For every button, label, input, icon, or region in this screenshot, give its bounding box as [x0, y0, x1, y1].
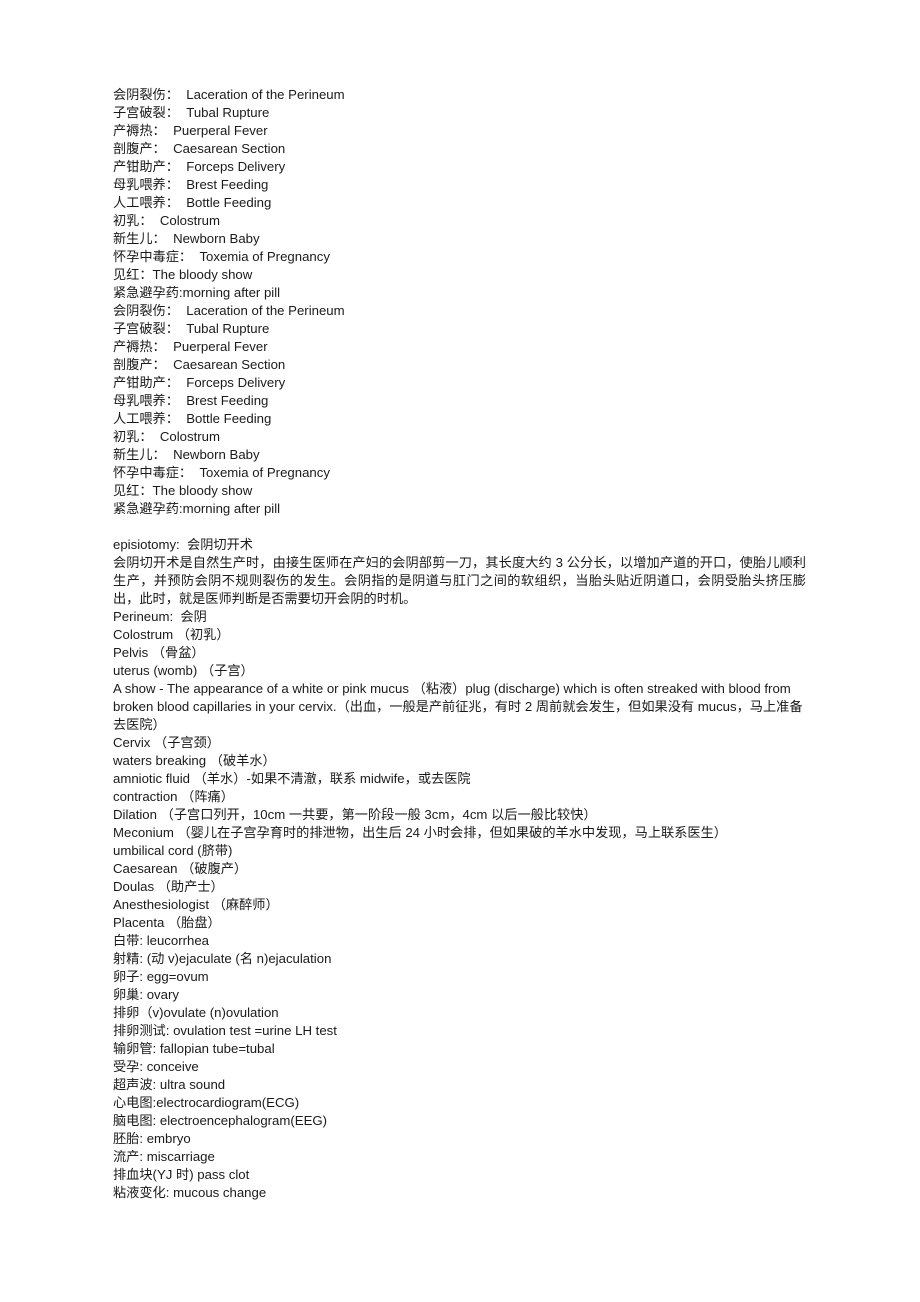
glossary-line: 母乳喂养： Brest Feeding — [113, 393, 269, 408]
term-entry: 脑电图: electroencephalogram(EEG) — [113, 1113, 328, 1128]
glossary-line: 怀孕中毒症： Toxemia of Pregnancy — [113, 465, 330, 480]
term-entry: 卵子: egg=ovum — [113, 969, 209, 984]
term-entry: contraction （阵痛） — [113, 789, 234, 804]
term-entry: 粘液变化: mucous change — [113, 1185, 267, 1200]
glossary-line: 产褥热： Puerperal Fever — [113, 123, 268, 138]
term-entry: Doulas （助产士） — [113, 879, 224, 894]
term-entry: Anesthesiologist （麻醉师） — [113, 897, 279, 912]
glossary-line: 见红：The bloody show — [113, 267, 253, 282]
term-entry: 白带: leucorrhea — [113, 933, 210, 948]
term-entry: 输卵管: fallopian tube=tubal — [113, 1041, 275, 1056]
term-entry: Cervix （子宫颈） — [113, 735, 220, 750]
terms-section: Perineum: 会阴 Colostrum （初乳） Pelvis （骨盆） … — [113, 608, 806, 1202]
term-entry: 流产: miscarriage — [113, 1149, 215, 1164]
term-entry: 排卵（v)ovulate (n)ovulation — [113, 1005, 279, 1020]
glossary-block-1: 会阴裂伤： Laceration of the Perineum 子宫破裂： T… — [113, 86, 806, 302]
term-entry: Pelvis （骨盆） — [113, 645, 205, 660]
document-page: 会阴裂伤： Laceration of the Perineum 子宫破裂： T… — [0, 0, 920, 1302]
term-entry: 胚胎: embryo — [113, 1131, 191, 1146]
term-entry: 心电图:electrocardiogram(ECG) — [113, 1095, 300, 1110]
term-entry: uterus (womb) （子宫） — [113, 663, 254, 678]
episiotomy-heading: episiotomy: 会阴切开术 — [113, 537, 253, 552]
term-entry: Placenta （胎盘） — [113, 915, 221, 930]
glossary-line: 母乳喂养： Brest Feeding — [113, 177, 269, 192]
term-entry: Caesarean （破腹产） — [113, 861, 248, 876]
glossary-block-2: 会阴裂伤： Laceration of the Perineum 子宫破裂： T… — [113, 302, 806, 518]
blank-line-separator — [113, 518, 806, 536]
glossary-line: 人工喂养： Bottle Feeding — [113, 411, 272, 426]
glossary-line: 见红：The bloody show — [113, 483, 253, 498]
term-entry: 排卵测试: ovulation test =urine LH test — [113, 1023, 337, 1038]
glossary-line: 会阴裂伤： Laceration of the Perineum — [113, 87, 345, 102]
glossary-line: 产钳助产： Forceps Delivery — [113, 375, 286, 390]
glossary-line: 初乳： Colostrum — [113, 213, 220, 228]
episiotomy-paragraph: 会阴切开术是自然生产时，由接生医师在产妇的会阴部剪一刀，其长度大约 3 公分长，… — [113, 555, 806, 606]
term-entry: waters breaking （破羊水） — [113, 753, 276, 768]
document-body: 会阴裂伤： Laceration of the Perineum 子宫破裂： T… — [113, 86, 806, 1202]
term-entry: Perineum: 会阴 — [113, 609, 207, 624]
glossary-line: 人工喂养： Bottle Feeding — [113, 195, 272, 210]
glossary-line: 新生儿： Newborn Baby — [113, 447, 260, 462]
term-entry: 射精: (动 v)ejaculate (名 n)ejaculation — [113, 951, 332, 966]
term-entry: amniotic fluid （羊水）-如果不清澈，联系 midwife，或去医… — [113, 771, 471, 786]
glossary-line: 产褥热： Puerperal Fever — [113, 339, 268, 354]
term-entry: 卵巢: ovary — [113, 987, 179, 1002]
glossary-line: 产钳助产： Forceps Delivery — [113, 159, 286, 174]
term-entry: 超声波: ultra sound — [113, 1077, 226, 1092]
glossary-line: 会阴裂伤： Laceration of the Perineum — [113, 303, 345, 318]
term-entry: Colostrum （初乳） — [113, 627, 230, 642]
glossary-line: 紧急避孕药:morning after pill — [113, 285, 281, 300]
glossary-line: 初乳： Colostrum — [113, 429, 220, 444]
glossary-line: 剖腹产： Caesarean Section — [113, 357, 286, 372]
glossary-line: 紧急避孕药:morning after pill — [113, 501, 281, 516]
glossary-line: 剖腹产： Caesarean Section — [113, 141, 286, 156]
term-entry: umbilical cord (脐带) — [113, 843, 233, 858]
term-entry: 排血块(YJ 时) pass clot — [113, 1167, 250, 1182]
glossary-line: 子宫破裂： Tubal Rupture — [113, 321, 270, 336]
term-entry: Dilation （子宫口列开，10cm 一共要，第一阶段一般 3cm，4cm … — [113, 807, 597, 822]
glossary-line: 新生儿： Newborn Baby — [113, 231, 260, 246]
term-entry: 受孕: conceive — [113, 1059, 199, 1074]
glossary-line: 子宫破裂： Tubal Rupture — [113, 105, 270, 120]
term-entry: Meconium （婴儿在子宫孕育时的排泄物，出生后 24 小时会排，但如果破的… — [113, 825, 727, 840]
glossary-line: 怀孕中毒症： Toxemia of Pregnancy — [113, 249, 330, 264]
term-entry-a-show: A show - The appearance of a white or pi… — [113, 681, 803, 732]
